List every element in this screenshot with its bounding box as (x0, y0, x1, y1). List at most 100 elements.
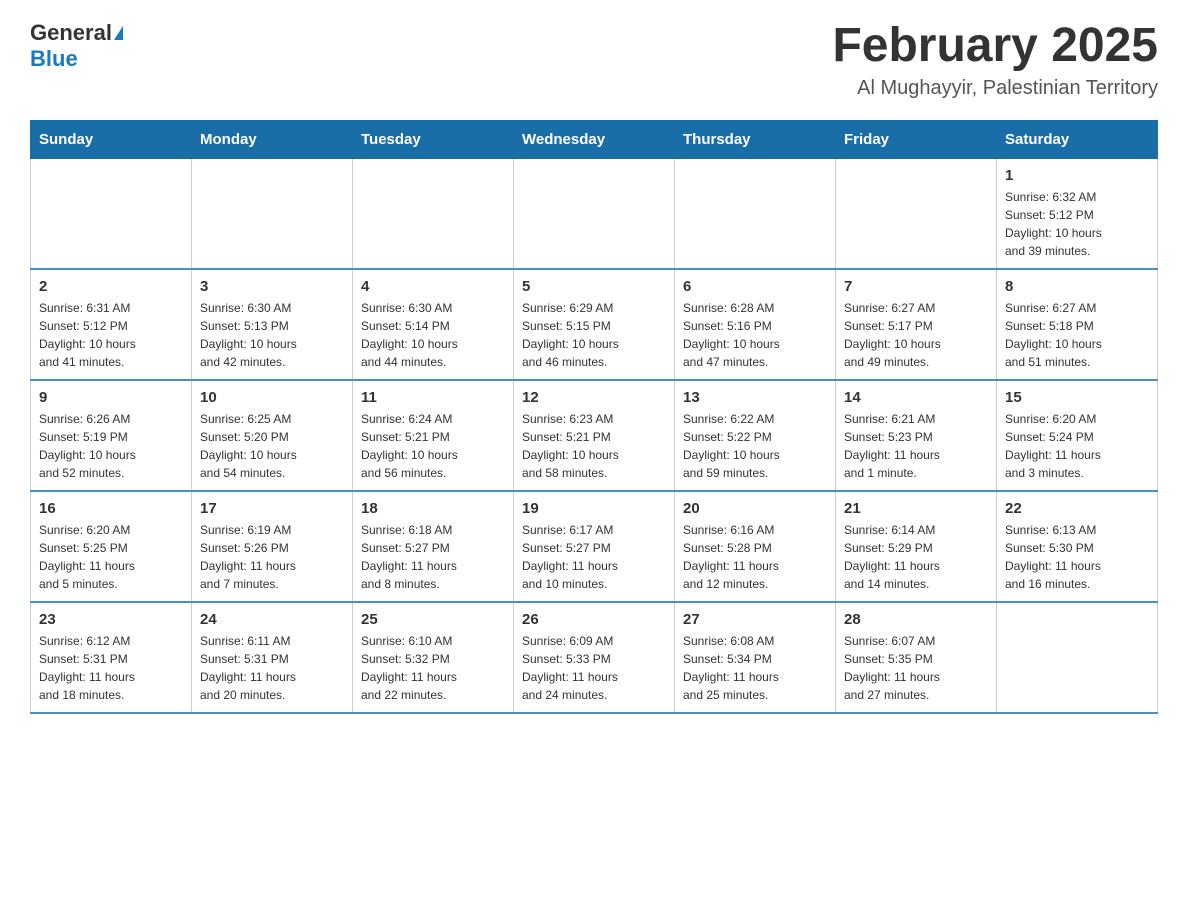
calendar-cell: 2 Sunrise: 6:31 AM Sunset: 5:12 PM Daylig… (31, 269, 192, 380)
day-number: 23 (39, 611, 183, 628)
day-number: 17 (200, 500, 344, 517)
day-number: 3 (200, 278, 344, 295)
calendar-cell: 24 Sunrise: 6:11 AM Sunset: 5:31 PM Dayli… (192, 602, 353, 713)
day-info: Sunrise: 6:13 AM Sunset: 5:30 PM Dayligh… (1005, 521, 1149, 593)
calendar-cell: 13 Sunrise: 6:22 AM Sunset: 5:22 PM Dayli… (675, 380, 836, 491)
day-info: Sunrise: 6:12 AM Sunset: 5:31 PM Dayligh… (39, 632, 183, 704)
day-info: Sunrise: 6:25 AM Sunset: 5:20 PM Dayligh… (200, 410, 344, 482)
day-info: Sunrise: 6:20 AM Sunset: 5:24 PM Dayligh… (1005, 410, 1149, 482)
day-info: Sunrise: 6:20 AM Sunset: 5:25 PM Dayligh… (39, 521, 183, 593)
calendar-week-1: 1 Sunrise: 6:32 AM Sunset: 5:12 PM Daylig… (31, 158, 1158, 269)
day-number: 2 (39, 278, 183, 295)
weekday-header-friday: Friday (836, 120, 997, 158)
calendar-cell (353, 158, 514, 269)
day-info: Sunrise: 6:28 AM Sunset: 5:16 PM Dayligh… (683, 299, 827, 371)
day-info: Sunrise: 6:17 AM Sunset: 5:27 PM Dayligh… (522, 521, 666, 593)
calendar-cell: 5 Sunrise: 6:29 AM Sunset: 5:15 PM Daylig… (514, 269, 675, 380)
logo-general: General (30, 20, 112, 45)
day-number: 13 (683, 389, 827, 406)
day-number: 26 (522, 611, 666, 628)
calendar-cell: 17 Sunrise: 6:19 AM Sunset: 5:26 PM Dayli… (192, 491, 353, 602)
calendar-cell: 21 Sunrise: 6:14 AM Sunset: 5:29 PM Dayli… (836, 491, 997, 602)
day-info: Sunrise: 6:19 AM Sunset: 5:26 PM Dayligh… (200, 521, 344, 593)
day-info: Sunrise: 6:30 AM Sunset: 5:13 PM Dayligh… (200, 299, 344, 371)
day-info: Sunrise: 6:30 AM Sunset: 5:14 PM Dayligh… (361, 299, 505, 371)
day-number: 28 (844, 611, 988, 628)
day-number: 8 (1005, 278, 1149, 295)
calendar-cell: 1 Sunrise: 6:32 AM Sunset: 5:12 PM Daylig… (997, 158, 1158, 269)
logo: General Blue (30, 20, 123, 72)
day-info: Sunrise: 6:16 AM Sunset: 5:28 PM Dayligh… (683, 521, 827, 593)
day-info: Sunrise: 6:24 AM Sunset: 5:21 PM Dayligh… (361, 410, 505, 482)
calendar-cell: 28 Sunrise: 6:07 AM Sunset: 5:35 PM Dayli… (836, 602, 997, 713)
logo-blue: Blue (30, 46, 78, 72)
day-info: Sunrise: 6:09 AM Sunset: 5:33 PM Dayligh… (522, 632, 666, 704)
weekday-header-sunday: Sunday (31, 120, 192, 158)
calendar-cell: 23 Sunrise: 6:12 AM Sunset: 5:31 PM Dayli… (31, 602, 192, 713)
logo-triangle-icon (114, 26, 123, 40)
day-number: 10 (200, 389, 344, 406)
day-info: Sunrise: 6:29 AM Sunset: 5:15 PM Dayligh… (522, 299, 666, 371)
day-info: Sunrise: 6:18 AM Sunset: 5:27 PM Dayligh… (361, 521, 505, 593)
day-number: 24 (200, 611, 344, 628)
day-info: Sunrise: 6:26 AM Sunset: 5:19 PM Dayligh… (39, 410, 183, 482)
day-number: 25 (361, 611, 505, 628)
day-info: Sunrise: 6:27 AM Sunset: 5:17 PM Dayligh… (844, 299, 988, 371)
calendar-cell: 8 Sunrise: 6:27 AM Sunset: 5:18 PM Daylig… (997, 269, 1158, 380)
day-number: 21 (844, 500, 988, 517)
calendar-cell: 18 Sunrise: 6:18 AM Sunset: 5:27 PM Dayli… (353, 491, 514, 602)
calendar-cell (675, 158, 836, 269)
calendar-cell: 19Sunrise: 6:17 AM Sunset: 5:27 PM Dayli… (514, 491, 675, 602)
calendar-cell (514, 158, 675, 269)
day-number: 11 (361, 389, 505, 406)
title-block: February 2025 Al Mughayyir, Palestinian … (832, 20, 1158, 100)
day-number: 14 (844, 389, 988, 406)
calendar-cell: 16Sunrise: 6:20 AM Sunset: 5:25 PM Dayli… (31, 491, 192, 602)
calendar-cell (31, 158, 192, 269)
day-number: 18 (361, 500, 505, 517)
weekday-header-row: SundayMondayTuesdayWednesdayThursdayFrid… (31, 120, 1158, 158)
day-info: Sunrise: 6:32 AM Sunset: 5:12 PM Dayligh… (1005, 188, 1149, 260)
day-number: 22 (1005, 500, 1149, 517)
weekday-header-wednesday: Wednesday (514, 120, 675, 158)
weekday-header-saturday: Saturday (997, 120, 1158, 158)
day-info: Sunrise: 6:14 AM Sunset: 5:29 PM Dayligh… (844, 521, 988, 593)
calendar-cell: 3 Sunrise: 6:30 AM Sunset: 5:13 PM Daylig… (192, 269, 353, 380)
calendar-cell: 15 Sunrise: 6:20 AM Sunset: 5:24 PM Dayli… (997, 380, 1158, 491)
day-number: 9 (39, 389, 183, 406)
day-number: 12 (522, 389, 666, 406)
calendar-title: February 2025 (832, 20, 1158, 73)
weekday-header-thursday: Thursday (675, 120, 836, 158)
day-info: Sunrise: 6:31 AM Sunset: 5:12 PM Dayligh… (39, 299, 183, 371)
calendar-week-5: 23 Sunrise: 6:12 AM Sunset: 5:31 PM Dayli… (31, 602, 1158, 713)
calendar-cell: 11 Sunrise: 6:24 AM Sunset: 5:21 PM Dayli… (353, 380, 514, 491)
calendar-header: SundayMondayTuesdayWednesdayThursdayFrid… (31, 120, 1158, 158)
calendar-week-2: 2 Sunrise: 6:31 AM Sunset: 5:12 PM Daylig… (31, 269, 1158, 380)
logo-text: General (30, 20, 123, 46)
calendar-table: SundayMondayTuesdayWednesdayThursdayFrid… (30, 120, 1158, 714)
calendar-body: 1 Sunrise: 6:32 AM Sunset: 5:12 PM Daylig… (31, 158, 1158, 713)
day-number: 5 (522, 278, 666, 295)
day-number: 1 (1005, 167, 1149, 184)
day-info: Sunrise: 6:23 AM Sunset: 5:21 PM Dayligh… (522, 410, 666, 482)
calendar-cell: 4 Sunrise: 6:30 AM Sunset: 5:14 PM Daylig… (353, 269, 514, 380)
calendar-cell: 14 Sunrise: 6:21 AM Sunset: 5:23 PM Dayli… (836, 380, 997, 491)
day-info: Sunrise: 6:07 AM Sunset: 5:35 PM Dayligh… (844, 632, 988, 704)
day-info: Sunrise: 6:22 AM Sunset: 5:22 PM Dayligh… (683, 410, 827, 482)
calendar-cell (997, 602, 1158, 713)
day-number: 4 (361, 278, 505, 295)
day-number: 15 (1005, 389, 1149, 406)
calendar-cell: 7Sunrise: 6:27 AM Sunset: 5:17 PM Daylig… (836, 269, 997, 380)
calendar-cell (836, 158, 997, 269)
day-info: Sunrise: 6:11 AM Sunset: 5:31 PM Dayligh… (200, 632, 344, 704)
calendar-cell: 26 Sunrise: 6:09 AM Sunset: 5:33 PM Dayli… (514, 602, 675, 713)
calendar-cell: 25Sunrise: 6:10 AM Sunset: 5:32 PM Dayli… (353, 602, 514, 713)
calendar-cell: 12 Sunrise: 6:23 AM Sunset: 5:21 PM Dayli… (514, 380, 675, 491)
day-number: 27 (683, 611, 827, 628)
day-number: 20 (683, 500, 827, 517)
day-number: 6 (683, 278, 827, 295)
day-info: Sunrise: 6:27 AM Sunset: 5:18 PM Dayligh… (1005, 299, 1149, 371)
day-info: Sunrise: 6:08 AM Sunset: 5:34 PM Dayligh… (683, 632, 827, 704)
calendar-cell: 27 Sunrise: 6:08 AM Sunset: 5:34 PM Dayli… (675, 602, 836, 713)
day-info: Sunrise: 6:21 AM Sunset: 5:23 PM Dayligh… (844, 410, 988, 482)
